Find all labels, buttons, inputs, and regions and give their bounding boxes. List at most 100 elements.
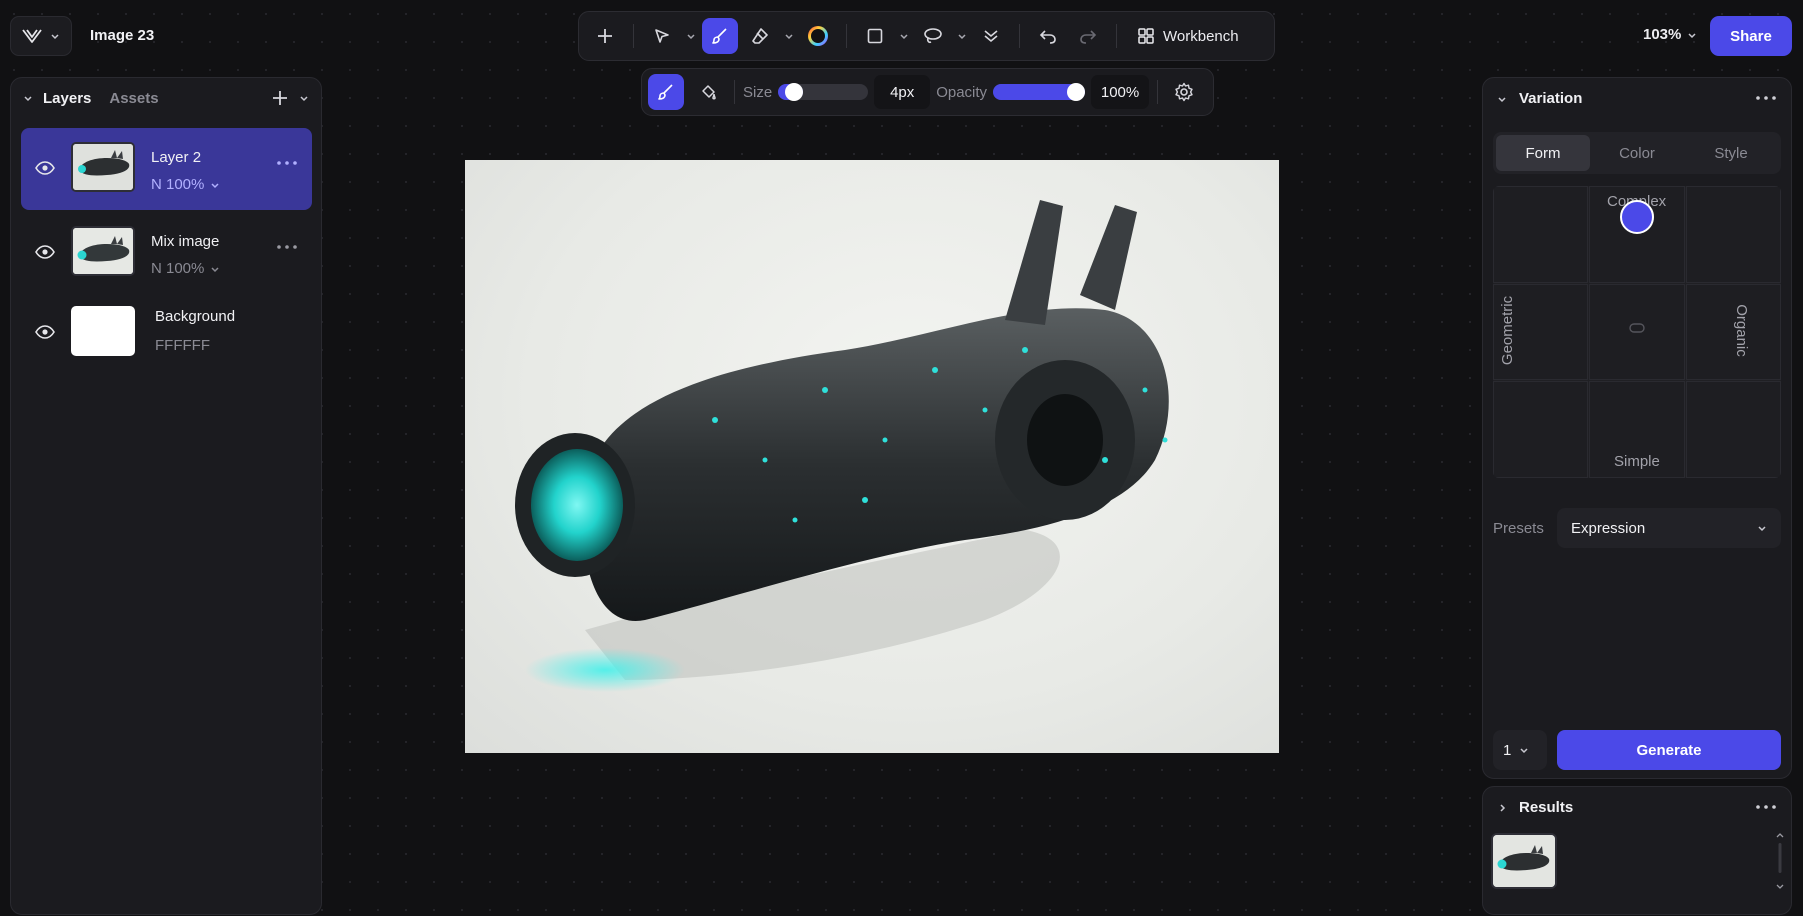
rectangle-icon bbox=[866, 27, 884, 45]
fill-mode-button[interactable] bbox=[690, 74, 726, 110]
main-toolbar: Workbench bbox=[578, 11, 1275, 61]
brush-tool-button[interactable] bbox=[702, 18, 738, 54]
collapse-chevron-icon[interactable] bbox=[23, 93, 33, 103]
layer-blend-mode[interactable]: N 100% bbox=[151, 260, 220, 277]
toolbar-divider bbox=[1116, 24, 1117, 48]
add-button[interactable] bbox=[587, 18, 623, 54]
eraser-tool-options[interactable] bbox=[782, 31, 796, 41]
size-slider[interactable] bbox=[778, 83, 869, 101]
generate-button[interactable]: Generate bbox=[1557, 730, 1781, 770]
plus-icon bbox=[596, 27, 614, 45]
paint-bucket-icon bbox=[699, 83, 717, 101]
opacity-value-field[interactable]: 100% bbox=[1091, 75, 1150, 109]
eye-icon[interactable] bbox=[35, 245, 55, 259]
size-value-field[interactable]: 4px bbox=[874, 75, 931, 109]
presets-select[interactable]: Expression bbox=[1557, 508, 1781, 548]
more-horizontal-icon[interactable] bbox=[276, 244, 298, 250]
gear-icon bbox=[1174, 82, 1194, 102]
double-chevron-down-icon bbox=[982, 27, 1000, 45]
opacity-slider[interactable] bbox=[993, 83, 1086, 101]
shape-tool-options[interactable] bbox=[897, 31, 911, 41]
color-picker-button[interactable] bbox=[800, 18, 836, 54]
chevron-down-icon bbox=[210, 264, 220, 274]
chevron-down-icon bbox=[1687, 30, 1697, 40]
canvas-artwork[interactable] bbox=[465, 160, 1279, 753]
variation-pad-handle[interactable] bbox=[1620, 200, 1654, 234]
spaceship-thumbnail-image bbox=[73, 144, 133, 190]
tab-style[interactable]: Style bbox=[1684, 135, 1778, 171]
lasso-tool-button[interactable] bbox=[915, 18, 951, 54]
layer-row-background[interactable]: Background FFFFFF bbox=[21, 292, 312, 374]
select-tool-options[interactable] bbox=[684, 31, 698, 41]
opacity-slider-knob[interactable] bbox=[1067, 83, 1086, 101]
eraser-tool-button[interactable] bbox=[742, 18, 778, 54]
pad-cell bbox=[1685, 381, 1781, 478]
lasso-tool-options[interactable] bbox=[955, 31, 969, 41]
results-panel: Results bbox=[1482, 786, 1792, 915]
toolbar-divider bbox=[734, 80, 735, 104]
chevron-down-icon bbox=[899, 31, 909, 41]
brush-icon bbox=[711, 27, 729, 45]
grid-icon bbox=[1137, 27, 1155, 45]
app-menu-button[interactable] bbox=[10, 16, 72, 56]
eye-icon[interactable] bbox=[35, 161, 55, 175]
tab-color[interactable]: Color bbox=[1590, 135, 1684, 171]
add-layer-icon[interactable] bbox=[271, 89, 289, 107]
spaceship-artwork-image bbox=[515, 200, 1169, 692]
zoom-control[interactable]: 103% bbox=[1643, 26, 1697, 43]
share-button[interactable]: Share bbox=[1710, 16, 1792, 56]
layer-name: Layer 2 bbox=[151, 149, 202, 166]
pad-cell bbox=[1493, 381, 1589, 478]
brush-settings-button[interactable] bbox=[1166, 74, 1202, 110]
layer-thumbnail bbox=[71, 142, 135, 192]
chevron-down-icon[interactable] bbox=[299, 93, 309, 103]
variation-type-tabs: Form Color Style bbox=[1493, 132, 1781, 174]
more-tools-button[interactable] bbox=[973, 18, 1009, 54]
undo-icon bbox=[1039, 27, 1057, 45]
chevron-down-icon bbox=[1757, 523, 1767, 533]
results-panel-header[interactable]: Results bbox=[1497, 799, 1573, 816]
undo-button[interactable] bbox=[1030, 18, 1066, 54]
layer-name: Mix image bbox=[151, 233, 220, 250]
chevron-down-icon bbox=[686, 31, 696, 41]
workbench-button[interactable]: Workbench bbox=[1127, 18, 1249, 54]
toolbar-divider bbox=[633, 24, 634, 48]
redo-button[interactable] bbox=[1070, 18, 1106, 54]
results-scrollbar[interactable] bbox=[1775, 831, 1785, 891]
variation-panel-header[interactable]: Variation bbox=[1497, 90, 1582, 107]
brush-icon bbox=[657, 83, 675, 101]
variation-count-select[interactable]: 1 bbox=[1493, 730, 1547, 770]
layer-thumbnail bbox=[71, 306, 135, 356]
layer-blend-value: N 100% bbox=[151, 260, 205, 277]
pad-cell bbox=[1685, 186, 1781, 283]
pad-cell bbox=[1493, 186, 1589, 283]
pad-label-left: Geometric bbox=[1499, 295, 1517, 366]
toolbar-divider bbox=[1157, 80, 1159, 104]
layer-blend-mode[interactable]: N 100% bbox=[151, 176, 220, 193]
redo-icon bbox=[1079, 27, 1097, 45]
brush-mode-button[interactable] bbox=[648, 74, 684, 110]
tab-assets[interactable]: Assets bbox=[109, 90, 158, 107]
spaceship-result-image bbox=[1493, 835, 1555, 887]
app-logo-icon bbox=[22, 28, 42, 44]
layer-color-value: FFFFFF bbox=[155, 337, 210, 354]
opacity-label: Opacity bbox=[936, 83, 988, 101]
layer-row-layer-2[interactable]: Layer 2 N 100% bbox=[21, 128, 312, 210]
center-link-icon bbox=[1629, 322, 1645, 334]
document-title[interactable]: Image 23 bbox=[90, 27, 154, 44]
size-slider-knob[interactable] bbox=[785, 83, 804, 101]
more-horizontal-icon[interactable] bbox=[1755, 95, 1777, 101]
eye-icon[interactable] bbox=[35, 325, 55, 339]
more-horizontal-icon[interactable] bbox=[1755, 804, 1777, 810]
select-tool-button[interactable] bbox=[644, 18, 680, 54]
result-thumbnail[interactable] bbox=[1491, 833, 1557, 889]
count-value: 1 bbox=[1503, 741, 1512, 759]
variation-panel: Variation Form Color Style Complex Simpl… bbox=[1482, 77, 1792, 779]
shape-tool-button[interactable] bbox=[857, 18, 893, 54]
chevron-down-icon bbox=[50, 31, 60, 41]
chevron-down-icon bbox=[1497, 94, 1507, 104]
layer-row-mix-image[interactable]: Mix image N 100% bbox=[21, 212, 312, 294]
tab-layers[interactable]: Layers bbox=[43, 90, 91, 107]
tab-form[interactable]: Form bbox=[1496, 135, 1590, 171]
more-horizontal-icon[interactable] bbox=[276, 160, 298, 166]
